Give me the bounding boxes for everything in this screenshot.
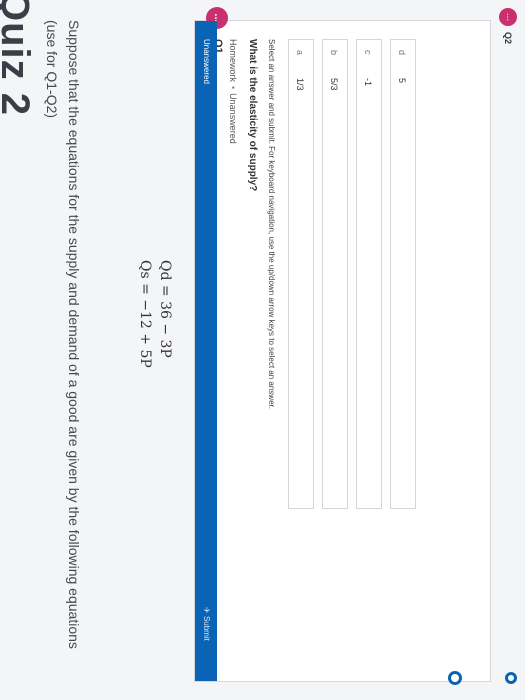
question2-number: Q2 [503, 32, 513, 45]
question2-radio-icon [505, 672, 517, 684]
question-text: What is the elasticity of supply? [247, 39, 258, 192]
quiz-intro-text: Suppose that the equations for the suppl… [44, 20, 82, 649]
choice-value: 1/3 [295, 78, 305, 91]
quiz-page: Quiz 2 Suppose that the equations for th… [0, 0, 525, 700]
answer-choice-b[interactable]: b 5/3 [322, 39, 348, 509]
submit-button[interactable]: ✈ Submit [199, 601, 213, 647]
question2-status-icon: ... [499, 8, 517, 26]
supply-equation: Qs = −12 + 5P [137, 260, 153, 368]
quiz-title: Quiz 2 [0, 0, 37, 116]
question-card: ... Q1 Homework•Unanswered What is the e… [194, 7, 491, 685]
submit-label: Submit [202, 615, 211, 641]
demand-equation: Qd = 36 − 3P [157, 260, 173, 358]
footer-status: Unanswered [202, 39, 211, 84]
choice-letter: d [397, 50, 407, 56]
choice-value: -1 [363, 78, 373, 87]
equations-block: Qd = 36 − 3P Qs = −12 + 5P [135, 260, 175, 368]
choice-letter: b [329, 50, 339, 56]
meta-separator-icon: • [228, 86, 238, 90]
answer-choice-c[interactable]: c -1 [356, 39, 382, 509]
answer-choice-a[interactable]: a 1/3 [288, 39, 314, 509]
question-instructions: Select an answer and submit. For keyboar… [267, 39, 276, 409]
choice-letter: c [363, 50, 373, 55]
question-type: Homework [228, 39, 238, 83]
question-meta: Homework • Unanswered [228, 39, 238, 144]
choice-letter: a [295, 50, 305, 56]
question-footer-bar: Unanswered ✈ Submit [195, 21, 217, 681]
radio-indicator-icon [448, 671, 462, 685]
question-status: Unanswered [228, 93, 238, 144]
choice-value: 5 [397, 78, 407, 84]
answer-choice-d[interactable]: d 5 [390, 39, 416, 509]
choice-value: 5/3 [329, 78, 339, 91]
